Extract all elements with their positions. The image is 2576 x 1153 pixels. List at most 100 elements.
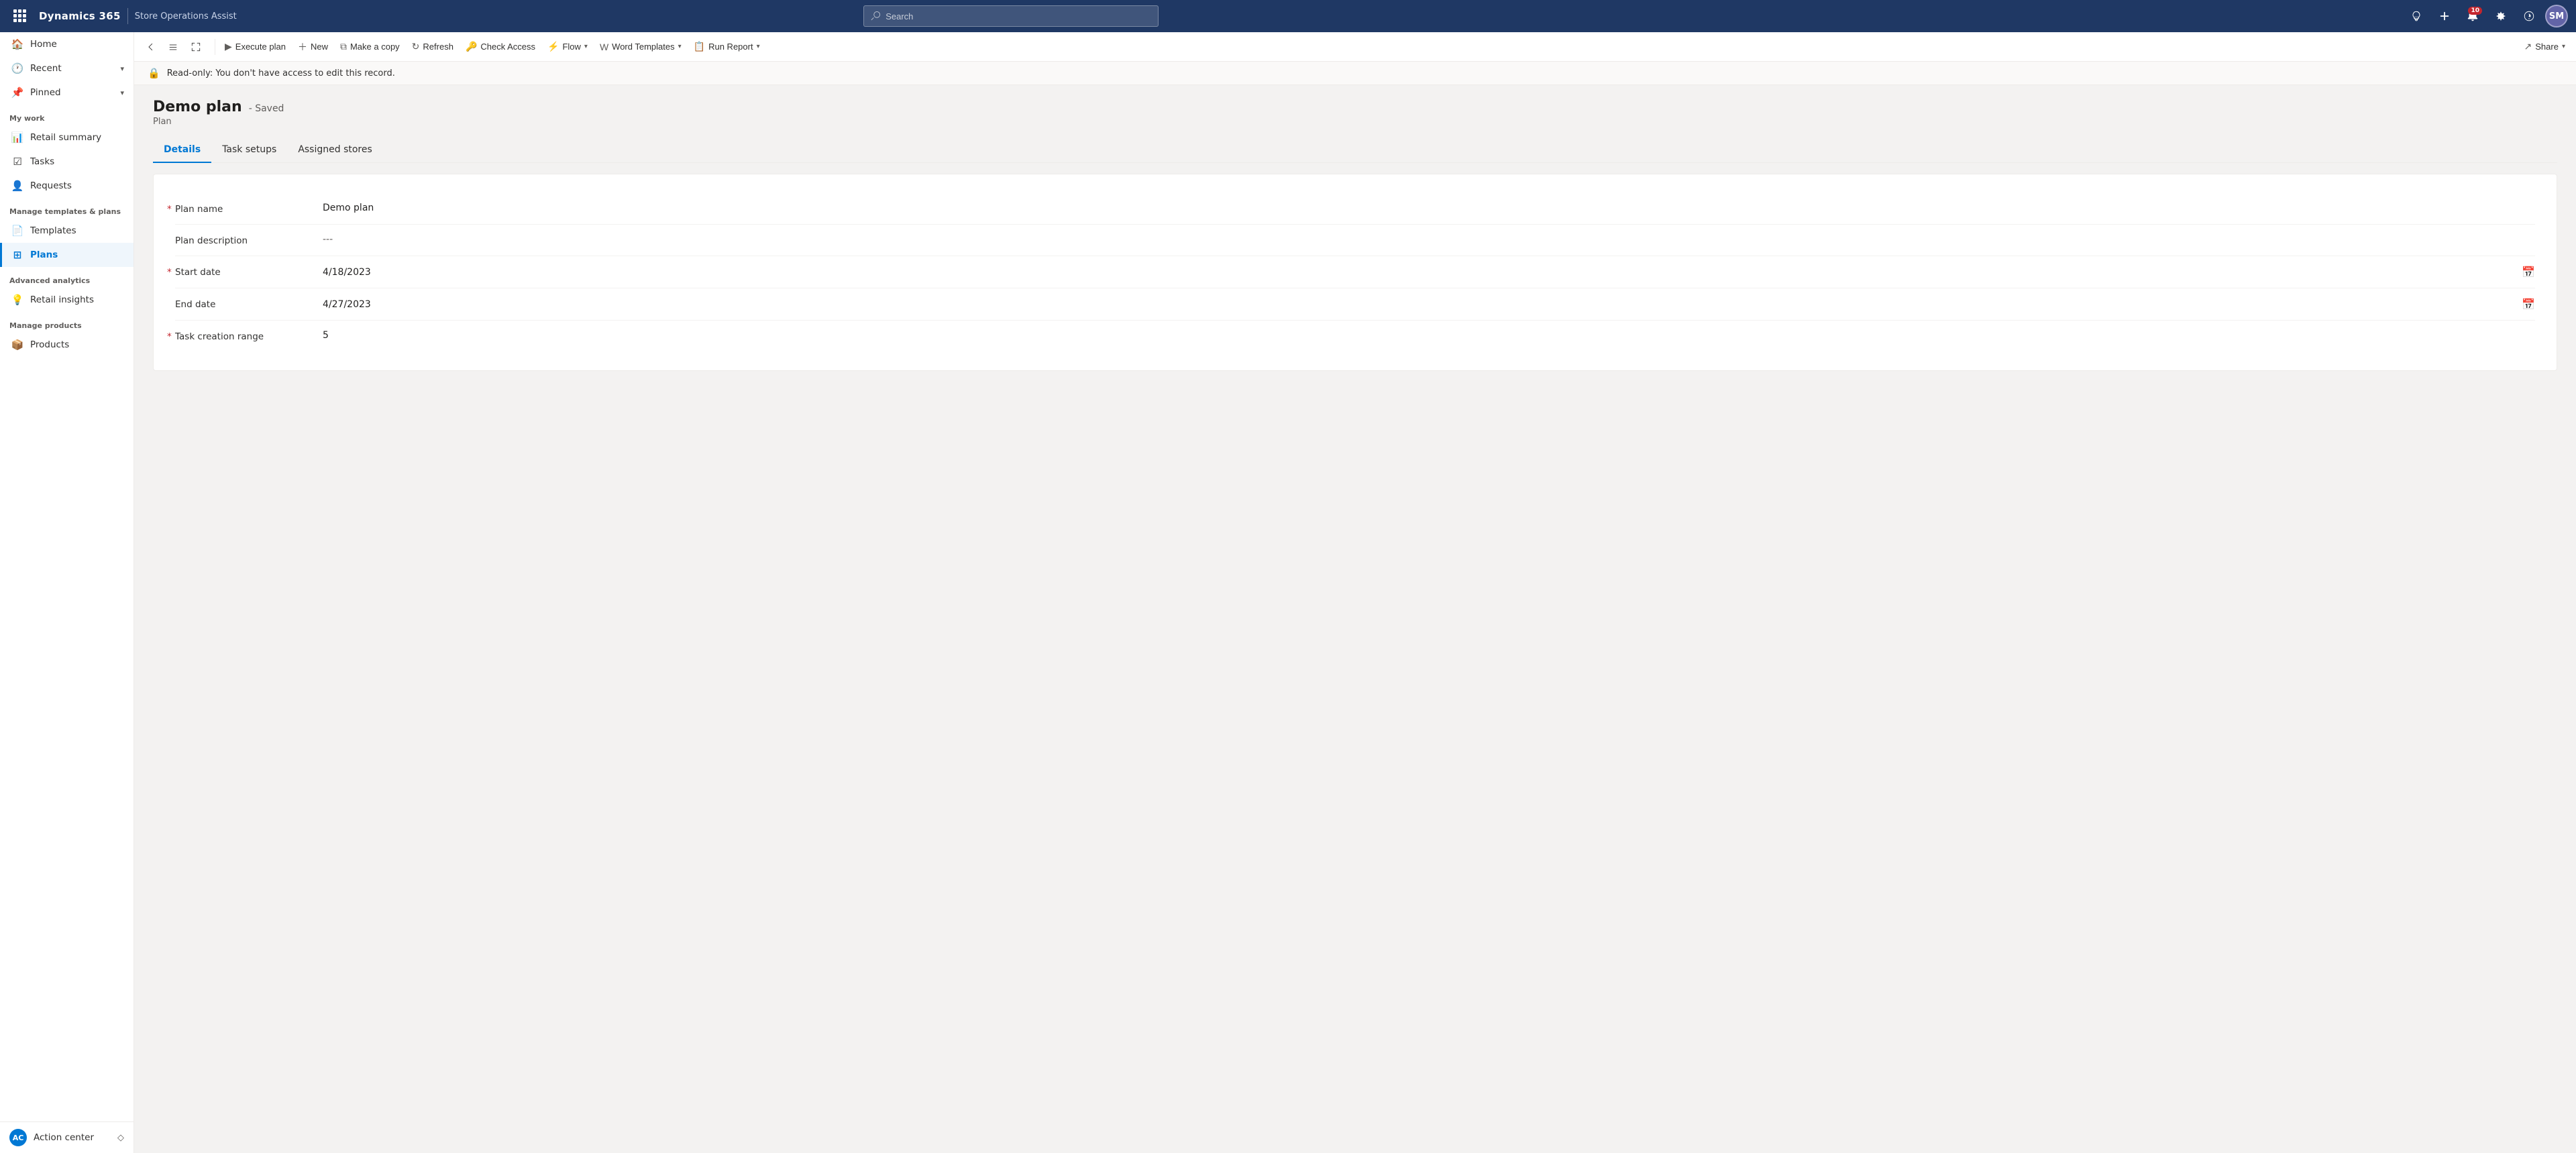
- required-star-start-date: *: [167, 267, 172, 278]
- user-avatar[interactable]: SM: [2545, 5, 2568, 28]
- form-row-plan-description: Plan description ---: [175, 225, 2535, 256]
- tab-task-setups[interactable]: Task setups: [211, 138, 287, 163]
- lightbulb-button[interactable]: [2404, 4, 2428, 28]
- templates-icon: 📄: [11, 225, 23, 237]
- sidebar-item-home-label: Home: [30, 39, 57, 50]
- lock-icon: 🔒: [148, 67, 160, 79]
- content-area: ▶ Execute plan ＋ New ⧉ Make a copy ↻ Ref…: [134, 32, 2576, 1153]
- sidebar-item-retail-summary[interactable]: 📊 Retail summary: [0, 125, 133, 150]
- sidebar-item-home[interactable]: 🏠 Home: [0, 32, 133, 56]
- form-label-start-date: * Start date: [175, 266, 323, 278]
- sidebar-item-retail-summary-label: Retail summary: [30, 132, 101, 143]
- make-copy-button[interactable]: ⧉ Make a copy: [335, 36, 405, 58]
- grid-icon: [13, 9, 27, 23]
- sidebar-item-tasks[interactable]: ☑ Tasks: [0, 150, 133, 174]
- form-row-plan-name: * Plan name Demo plan: [175, 193, 2535, 225]
- app-title: Dynamics 365: [39, 10, 121, 22]
- back-button[interactable]: [140, 36, 161, 58]
- chevron-down-icon: ▾: [120, 64, 124, 73]
- sidebar-item-tasks-label: Tasks: [30, 156, 54, 167]
- recent-icon: 🕐: [11, 62, 23, 74]
- check-access-button[interactable]: 🔑 Check Access: [460, 36, 541, 58]
- nav-controls: [140, 36, 211, 58]
- app-module: Store Operations Assist: [135, 11, 237, 21]
- page-content: Demo plan - Saved Plan Details Task setu…: [134, 85, 2576, 1153]
- word-templates-button[interactable]: W Word Templates ▾: [594, 36, 687, 58]
- copy-icon: ⧉: [340, 41, 347, 52]
- home-icon: 🏠: [11, 38, 23, 50]
- sidebar-item-requests-label: Requests: [30, 180, 72, 191]
- form-label-plan-description: Plan description: [175, 234, 323, 246]
- word-templates-chevron-icon: ▾: [678, 43, 682, 50]
- required-star-plan-name: *: [167, 204, 172, 215]
- list-icon: [168, 42, 178, 52]
- sidebar-item-recent-label: Recent: [30, 63, 62, 74]
- start-date-calendar-icon[interactable]: 📅: [2522, 266, 2535, 278]
- form-label-end-date: End date: [175, 298, 323, 310]
- form-value-end-date: 4/27/2023 📅: [323, 298, 2535, 311]
- record-title: Demo plan - Saved: [153, 99, 2557, 115]
- share-button[interactable]: ↗ Share ▾: [2519, 36, 2571, 58]
- form-row-task-creation-range: * Task creation range 5: [175, 321, 2535, 351]
- refresh-button[interactable]: ↻ Refresh: [407, 36, 459, 58]
- new-button[interactable]: ＋ New: [292, 36, 333, 58]
- execute-plan-button[interactable]: ▶ Execute plan: [219, 36, 291, 58]
- form-value-plan-description: ---: [323, 234, 2535, 245]
- sidebar-item-retail-insights-label: Retail insights: [30, 294, 94, 305]
- grid-menu-button[interactable]: [8, 4, 32, 28]
- form-label-plan-name: * Plan name: [175, 203, 323, 215]
- notifications-button[interactable]: 10: [2461, 4, 2485, 28]
- run-report-chevron-icon: ▾: [757, 43, 760, 50]
- sidebar-item-retail-insights[interactable]: 💡 Retail insights: [0, 288, 133, 312]
- end-date-calendar-icon[interactable]: 📅: [2522, 298, 2535, 311]
- sidebar-item-templates[interactable]: 📄 Templates: [0, 219, 133, 243]
- sidebar-item-pinned-label: Pinned: [30, 87, 61, 98]
- notification-count: 10: [2468, 7, 2482, 15]
- form-card: * Plan name Demo plan Plan description -…: [153, 174, 2557, 371]
- tab-assigned-stores[interactable]: Assigned stores: [287, 138, 382, 163]
- tabs-bar: Details Task setups Assigned stores: [153, 138, 2557, 163]
- chevron-left-icon: [146, 42, 155, 52]
- nav-separator: [127, 8, 128, 24]
- action-center-label: Action center: [34, 1132, 94, 1143]
- flow-button[interactable]: ⚡ Flow ▾: [542, 36, 593, 58]
- page-title: Demo plan: [153, 99, 242, 115]
- top-nav-right: 10 SM: [2404, 4, 2568, 28]
- flow-icon: ⚡: [547, 41, 559, 52]
- form-value-plan-name: Demo plan: [323, 203, 2535, 213]
- required-star-task-creation-range: *: [167, 331, 172, 342]
- save-to-list-button[interactable]: [162, 36, 184, 58]
- search-bar: [863, 5, 1159, 27]
- sidebar-item-recent[interactable]: 🕐 Recent ▾: [0, 56, 133, 80]
- sidebar: 🏠 Home 🕐 Recent ▾ 📌 Pinned ▾ My work 📊 R…: [0, 32, 134, 1153]
- expand-icon: [191, 42, 201, 52]
- expand-button[interactable]: [185, 36, 207, 58]
- record-header: Demo plan - Saved Plan: [153, 99, 2557, 127]
- my-work-section: My work: [0, 105, 133, 125]
- flow-chevron-icon: ▾: [584, 43, 588, 50]
- manage-products-section: Manage products: [0, 312, 133, 333]
- tasks-icon: ☑: [11, 156, 23, 168]
- run-report-button[interactable]: 📋 Run Report ▾: [688, 36, 765, 58]
- main-layout: 🏠 Home 🕐 Recent ▾ 📌 Pinned ▾ My work 📊 R…: [0, 32, 2576, 1153]
- sidebar-action-center[interactable]: AC Action center ◇: [0, 1121, 133, 1153]
- tab-details[interactable]: Details: [153, 138, 211, 163]
- add-button[interactable]: [2432, 4, 2457, 28]
- execute-plan-icon: ▶: [225, 41, 232, 52]
- sidebar-item-pinned[interactable]: 📌 Pinned ▾: [0, 80, 133, 105]
- sidebar-item-products[interactable]: 📦 Products: [0, 333, 133, 357]
- help-button[interactable]: [2517, 4, 2541, 28]
- retail-summary-icon: 📊: [11, 131, 23, 144]
- settings-button[interactable]: [2489, 4, 2513, 28]
- sidebar-item-plans[interactable]: ⊞ Plans: [0, 243, 133, 267]
- check-access-icon: 🔑: [466, 41, 477, 52]
- form-row-end-date: End date 4/27/2023 📅: [175, 288, 2535, 321]
- plus-icon: [2438, 10, 2451, 22]
- record-type: Plan: [153, 117, 2557, 127]
- sidebar-item-templates-label: Templates: [30, 225, 76, 236]
- plans-icon: ⊞: [11, 249, 23, 261]
- sidebar-item-requests[interactable]: 👤 Requests: [0, 174, 133, 198]
- gear-icon: [2495, 10, 2507, 22]
- help-icon: [2523, 10, 2535, 22]
- search-input[interactable]: [885, 11, 1151, 21]
